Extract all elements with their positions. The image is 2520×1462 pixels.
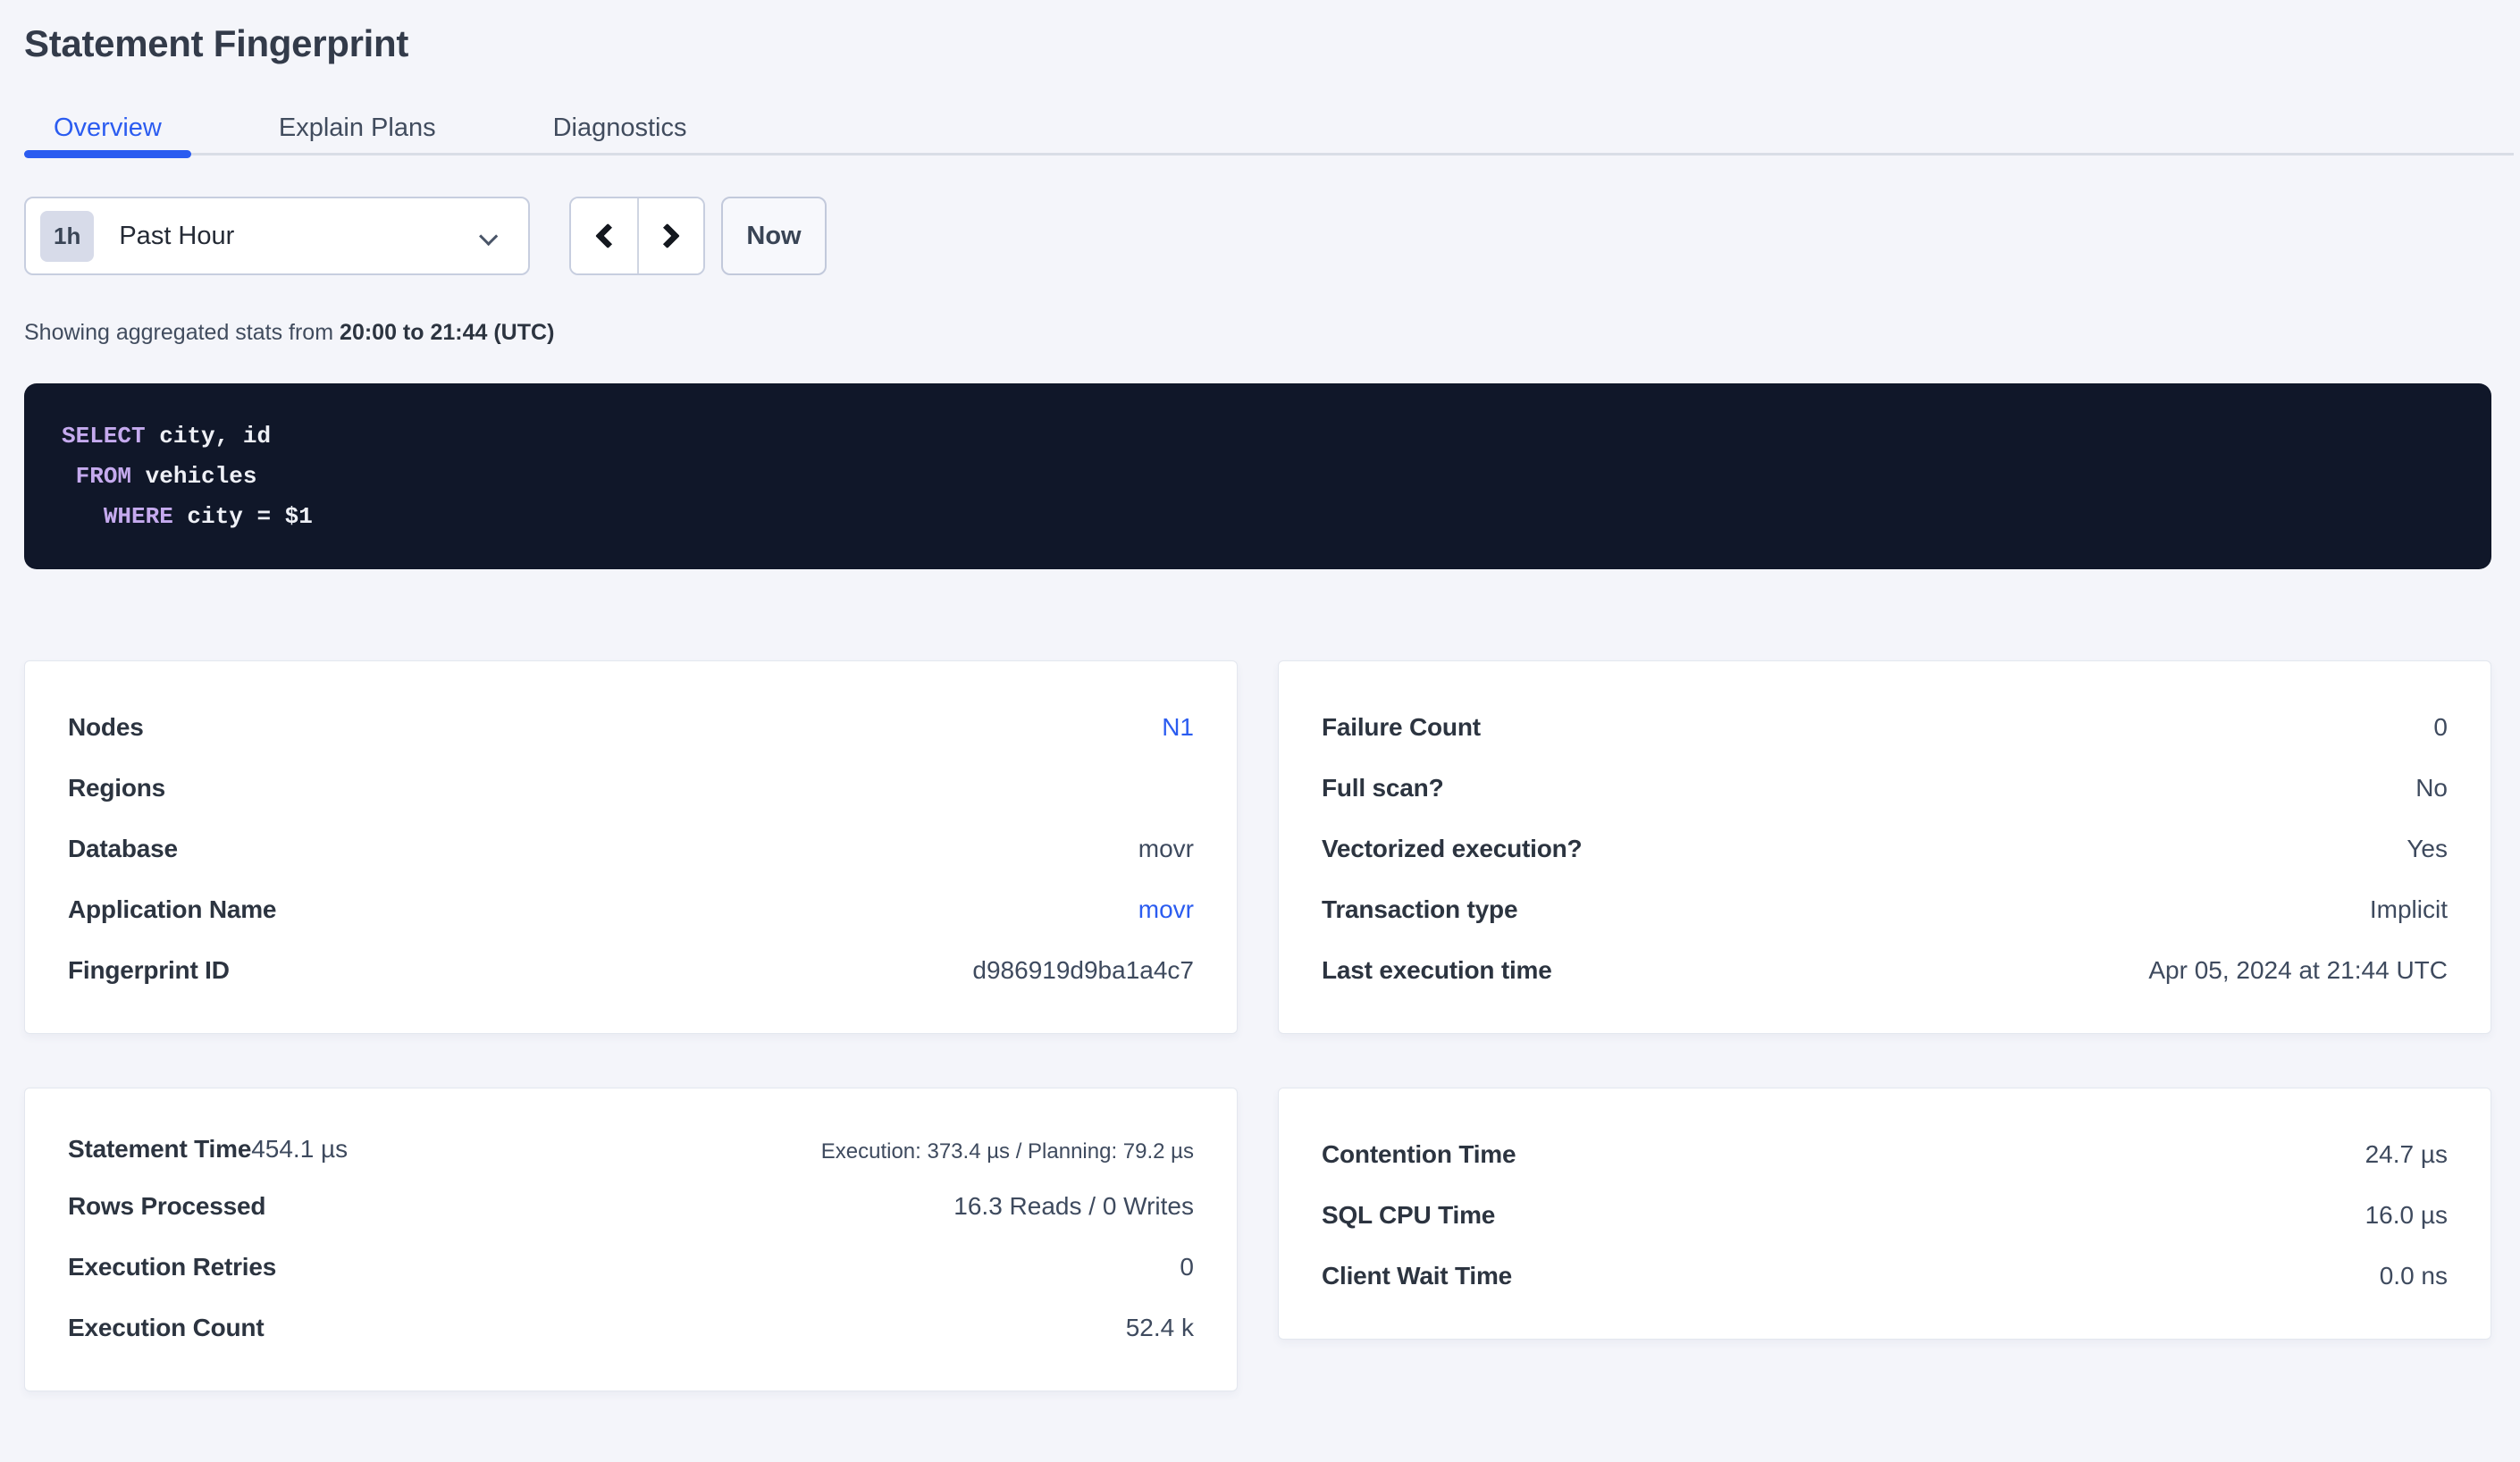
wait-time-card: Contention Time 24.7 µs SQL CPU Time 16.… bbox=[1278, 1088, 2491, 1340]
aggregated-stats-line: Showing aggregated stats from 20:00 to 21… bbox=[24, 320, 2491, 346]
row-value: Implicit bbox=[2370, 895, 2448, 924]
row-value: Apr 05, 2024 at 21:44 UTC bbox=[2148, 956, 2448, 985]
summary-row-rows-processed: Rows Processed 16.3 Reads / 0 Writes bbox=[68, 1176, 1194, 1237]
nodes-link[interactable]: N1 bbox=[1162, 713, 1194, 742]
summary-row-last-execution-time: Last execution time Apr 05, 2024 at 21:4… bbox=[1322, 940, 2448, 1001]
row-value: 454.1 µs bbox=[251, 1135, 348, 1164]
stats-line-prefix: Showing aggregated stats from bbox=[24, 320, 333, 345]
row-value: 0.0 ns bbox=[2380, 1262, 2448, 1290]
right-card-column: Failure Count 0 Full scan? No Vectorized… bbox=[1278, 660, 2491, 1340]
sql-text: city, id bbox=[146, 423, 271, 450]
row-value: Yes bbox=[2407, 835, 2448, 863]
summary-cards: Nodes N1 Regions Database movr Applicati… bbox=[24, 660, 2491, 1391]
summary-row-database: Database movr bbox=[68, 819, 1194, 879]
row-value: 16.3 Reads / 0 Writes bbox=[953, 1192, 1194, 1221]
tab-overview[interactable]: Overview bbox=[24, 104, 191, 153]
row-label: Full scan? bbox=[1322, 774, 1443, 802]
chevron-left-icon bbox=[595, 223, 620, 248]
row-label: Application Name bbox=[68, 895, 276, 924]
row-label: Transaction type bbox=[1322, 895, 1517, 924]
summary-row-statement-time: Statement Time 454.1 µs Execution: 373.4… bbox=[68, 1124, 1194, 1176]
row-label: Last execution time bbox=[1322, 956, 1552, 985]
sql-text: vehicles bbox=[131, 463, 256, 490]
row-label: Client Wait Time bbox=[1322, 1262, 1512, 1290]
summary-row-failure-count: Failure Count 0 bbox=[1322, 697, 2448, 758]
sql-line: SELECT city, id bbox=[62, 416, 2456, 457]
sql-statement-box: SELECT city, id FROM vehicles WHERE city… bbox=[24, 383, 2491, 569]
row-label: Rows Processed bbox=[68, 1192, 265, 1221]
left-card-column: Nodes N1 Regions Database movr Applicati… bbox=[24, 660, 1238, 1391]
row-value: 16.0 µs bbox=[2365, 1201, 2448, 1230]
next-range-button[interactable] bbox=[637, 198, 703, 273]
summary-row-execution-count: Execution Count 52.4 k bbox=[68, 1298, 1194, 1358]
summary-row-full-scan: Full scan? No bbox=[1322, 758, 2448, 819]
tab-overview-label: Overview bbox=[54, 113, 162, 143]
now-button-label: Now bbox=[746, 222, 801, 251]
row-label: SQL CPU Time bbox=[1322, 1201, 1495, 1230]
row-value: No bbox=[2415, 774, 2448, 802]
sql-indent bbox=[62, 463, 76, 490]
stats-line-range: 20:00 to 21:44 (UTC) bbox=[340, 320, 554, 345]
chevron-right-icon bbox=[655, 223, 680, 248]
statement-timing-card: Statement Time 454.1 µs Execution: 373.4… bbox=[24, 1088, 1238, 1391]
tab-diagnostics-label: Diagnostics bbox=[553, 113, 687, 143]
tab-explain-plans-label: Explain Plans bbox=[279, 113, 436, 143]
statement-time-main: Statement Time 454.1 µs bbox=[68, 1130, 348, 1169]
row-label: Regions bbox=[68, 774, 165, 802]
statement-fingerprint-page: Statement Fingerprint Overview Explain P… bbox=[0, 23, 2520, 1391]
sql-indent bbox=[62, 503, 104, 530]
time-range-badge: 1h bbox=[40, 211, 94, 262]
row-label: Contention Time bbox=[1322, 1140, 1516, 1169]
summary-row-nodes: Nodes N1 bbox=[68, 697, 1194, 758]
row-value: 24.7 µs bbox=[2365, 1140, 2448, 1169]
tab-diagnostics[interactable]: Diagnostics bbox=[524, 104, 717, 153]
summary-row-transaction-type: Transaction type Implicit bbox=[1322, 879, 2448, 940]
sql-keyword: WHERE bbox=[104, 503, 173, 530]
summary-row-vectorized-execution: Vectorized execution? Yes bbox=[1322, 819, 2448, 879]
row-value: 52.4 k bbox=[1126, 1314, 1194, 1342]
sql-line: FROM vehicles bbox=[62, 457, 2456, 497]
statement-details-card: Nodes N1 Regions Database movr Applicati… bbox=[24, 660, 1238, 1034]
row-value: d986919d9ba1a4c7 bbox=[972, 956, 1194, 985]
sql-text: city = $1 bbox=[173, 503, 313, 530]
row-value: movr bbox=[1138, 835, 1194, 863]
row-label: Vectorized execution? bbox=[1322, 835, 1582, 863]
row-label: Execution Count bbox=[68, 1314, 264, 1342]
execution-attributes-card: Failure Count 0 Full scan? No Vectorized… bbox=[1278, 660, 2491, 1034]
sql-keyword: FROM bbox=[76, 463, 131, 490]
summary-row-client-wait-time: Client Wait Time 0.0 ns bbox=[1322, 1246, 2448, 1307]
summary-row-execution-retries: Execution Retries 0 bbox=[68, 1237, 1194, 1298]
row-label: Nodes bbox=[68, 713, 144, 742]
summary-row-regions: Regions bbox=[68, 758, 1194, 819]
time-picker-row: 1h Past Hour Now bbox=[24, 197, 2491, 275]
summary-row-application-name: Application Name movr bbox=[68, 879, 1194, 940]
now-button[interactable]: Now bbox=[721, 197, 827, 275]
row-label: Failure Count bbox=[1322, 713, 1481, 742]
page-title: Statement Fingerprint bbox=[24, 23, 2491, 64]
application-name-link[interactable]: movr bbox=[1138, 895, 1194, 924]
row-label: Execution Retries bbox=[68, 1253, 276, 1281]
row-value: 0 bbox=[1180, 1253, 1194, 1281]
previous-range-button[interactable] bbox=[571, 198, 637, 273]
tab-bar: Overview Explain Plans Diagnostics bbox=[24, 104, 2514, 155]
tab-explain-plans[interactable]: Explain Plans bbox=[249, 104, 466, 153]
row-label: Fingerprint ID bbox=[68, 956, 230, 985]
time-range-select[interactable]: 1h Past Hour bbox=[24, 197, 530, 275]
time-step-buttons bbox=[569, 197, 705, 275]
row-value: 0 bbox=[2433, 713, 2448, 742]
summary-row-sql-cpu-time: SQL CPU Time 16.0 µs bbox=[1322, 1185, 2448, 1246]
summary-row-fingerprint-id: Fingerprint ID d986919d9ba1a4c7 bbox=[68, 940, 1194, 1001]
row-label: Statement Time bbox=[68, 1135, 251, 1164]
statement-time-breakdown: Execution: 373.4 µs / Planning: 79.2 µs bbox=[821, 1139, 1194, 1164]
sql-keyword: SELECT bbox=[62, 423, 146, 450]
sql-line: WHERE city = $1 bbox=[62, 497, 2456, 537]
summary-row-contention-time: Contention Time 24.7 µs bbox=[1322, 1124, 2448, 1185]
row-label: Database bbox=[68, 835, 178, 863]
time-range-label: Past Hour bbox=[119, 222, 484, 251]
